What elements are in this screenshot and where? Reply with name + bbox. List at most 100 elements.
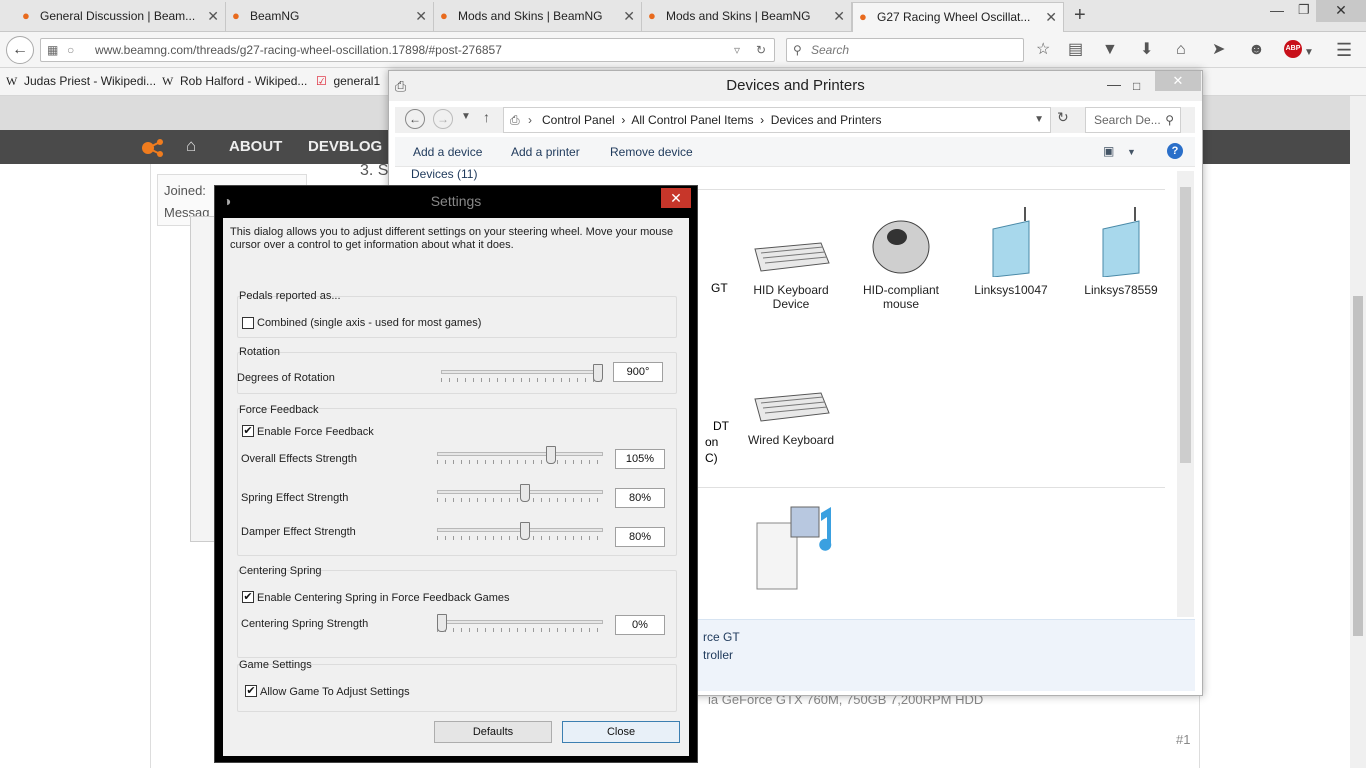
close-tab-icon[interactable]: ✕ bbox=[207, 2, 219, 30]
tab-beamng[interactable]: ● BeamNG ✕ bbox=[226, 2, 434, 32]
device-wired-keyboard[interactable]: Wired Keyboard bbox=[741, 357, 841, 447]
minimize-icon[interactable]: — bbox=[1107, 69, 1121, 99]
dropdown-arrow-icon[interactable]: ▿ bbox=[734, 39, 740, 61]
help-icon[interactable]: ? bbox=[1167, 143, 1183, 159]
enable-centering-spring-checkbox[interactable]: ✔ bbox=[242, 591, 254, 603]
breadcrumb-all-items[interactable]: All Control Panel Items bbox=[631, 113, 753, 127]
rotation-value-field[interactable]: 900° bbox=[613, 362, 663, 382]
close-tab-icon[interactable]: ✕ bbox=[415, 2, 427, 30]
restore-icon[interactable]: ❐ bbox=[1298, 2, 1310, 18]
device-hid-mouse[interactable]: HID-compliant mouse bbox=[851, 207, 951, 311]
beamng-favicon-icon: ● bbox=[859, 9, 867, 24]
close-button[interactable]: Close bbox=[562, 721, 680, 743]
close-tab-icon[interactable]: ✕ bbox=[833, 2, 845, 30]
reload-icon[interactable]: ↻ bbox=[756, 39, 766, 61]
adblock-icon[interactable]: ABP bbox=[1284, 40, 1302, 58]
page-scroll-thumb[interactable] bbox=[1353, 296, 1363, 636]
centering-strength-slider-thumb[interactable] bbox=[437, 614, 447, 632]
overall-effects-slider-thumb[interactable] bbox=[546, 446, 557, 464]
rotation-slider-thumb[interactable] bbox=[593, 364, 603, 382]
chevron-down-icon[interactable]: ▼ bbox=[1034, 108, 1044, 132]
allow-game-adjust-checkbox[interactable]: ✔ bbox=[245, 685, 257, 697]
add-device-button[interactable]: Add a device bbox=[413, 145, 482, 159]
close-tab-icon[interactable]: ✕ bbox=[623, 2, 635, 30]
forward-arrow-icon[interactable]: → bbox=[433, 109, 453, 129]
back-arrow-icon[interactable]: ← bbox=[6, 36, 34, 64]
explorer-search-input[interactable]: Search De... ⚲ bbox=[1085, 107, 1181, 133]
beamng-logo-icon[interactable] bbox=[140, 138, 166, 158]
partial-device-label: DT bbox=[713, 419, 729, 433]
device-hid-keyboard[interactable]: HID Keyboard Device bbox=[741, 207, 841, 311]
close-window-icon[interactable]: ✕ bbox=[1155, 71, 1201, 91]
up-arrow-icon[interactable]: ↑ bbox=[483, 109, 490, 125]
tab-title: BeamNG bbox=[250, 9, 300, 23]
enable-centering-spring-label: Enable Centering Spring in Force Feedbac… bbox=[257, 592, 510, 604]
device-linksys10047[interactable]: Linksys10047 bbox=[961, 207, 1061, 297]
explorer-scrollbar[interactable] bbox=[1177, 171, 1194, 617]
tab-general-discussion[interactable]: ● General Discussion | Beam... ✕ bbox=[16, 2, 226, 32]
centering-strength-slider-track[interactable] bbox=[437, 620, 603, 624]
page-scrollbar[interactable] bbox=[1350, 96, 1366, 768]
centering-spring-group bbox=[237, 570, 677, 658]
devices-section-header[interactable]: Devices (11) bbox=[411, 167, 477, 181]
nav-devblog[interactable]: DEVBLOG bbox=[308, 138, 382, 155]
settings-title-bar: ◑ Settings bbox=[215, 186, 697, 216]
refresh-icon[interactable]: ↻ bbox=[1057, 109, 1069, 126]
chevron-down-icon[interactable]: ▼ bbox=[1127, 147, 1136, 157]
home-icon[interactable]: ⌂ bbox=[1176, 40, 1186, 60]
url-bar[interactable]: ▦ ○ www.beamng.com/threads/g27-racing-wh… bbox=[40, 38, 775, 62]
defaults-button[interactable]: Defaults bbox=[434, 721, 552, 743]
enable-force-feedback-checkbox[interactable]: ✔ bbox=[242, 425, 254, 437]
breadcrumb-devices-printers[interactable]: Devices and Printers bbox=[771, 113, 882, 127]
nav-about[interactable]: ABOUT bbox=[229, 138, 282, 155]
device-label: Linksys10047 bbox=[974, 283, 1048, 297]
combined-pedals-checkbox[interactable] bbox=[242, 317, 254, 329]
bookmark-general[interactable]: ☑ general1 bbox=[316, 74, 380, 88]
bookmark-rob-halford[interactable]: W Rob Halford - Wikiped... bbox=[162, 74, 307, 89]
adblock-dropdown-icon[interactable]: ▼ bbox=[1304, 43, 1314, 63]
send-icon[interactable]: ➤ bbox=[1212, 40, 1225, 60]
device-label: Linksys78559 bbox=[1084, 283, 1158, 297]
tab-g27-racing-wheel[interactable]: ● G27 Racing Wheel Oscillat... ✕ bbox=[852, 2, 1064, 32]
bookmark-label: Judas Priest - Wikipedi... bbox=[24, 74, 157, 88]
view-options-icon[interactable]: ▣ bbox=[1103, 144, 1114, 158]
spring-effect-value-field[interactable]: 80% bbox=[615, 488, 665, 508]
home-icon[interactable]: ⌂ bbox=[186, 136, 196, 156]
damper-effect-slider-thumb[interactable] bbox=[519, 522, 530, 540]
centering-strength-value-field[interactable]: 0% bbox=[615, 615, 665, 635]
minimize-icon[interactable]: — bbox=[1270, 2, 1284, 18]
bookmark-star-icon[interactable]: ☆ bbox=[1036, 40, 1050, 60]
spring-effect-slider-thumb[interactable] bbox=[519, 484, 530, 502]
device-linksys78559[interactable]: Linksys78559 bbox=[1071, 207, 1171, 297]
settings-close-icon[interactable]: ✕ bbox=[661, 188, 691, 208]
download-icon[interactable]: ⬇ bbox=[1140, 40, 1153, 60]
maximize-icon[interactable]: □ bbox=[1133, 71, 1140, 101]
history-icon[interactable]: ▦ bbox=[47, 39, 58, 61]
search-input[interactable]: ⚲ Search bbox=[786, 38, 1024, 62]
keyboard-icon bbox=[751, 357, 831, 427]
tab-mods-and-skins-2[interactable]: ● Mods and Skins | BeamNG ✕ bbox=[642, 2, 852, 32]
force-feedback-group-title: Force Feedback bbox=[239, 404, 319, 416]
breadcrumb-control-panel[interactable]: Control Panel bbox=[542, 113, 615, 127]
chevron-right-icon[interactable]: › bbox=[528, 108, 532, 132]
menu-icon[interactable]: ☰ bbox=[1336, 40, 1352, 60]
chat-icon[interactable]: ☻ bbox=[1248, 40, 1265, 60]
new-tab-icon[interactable]: + bbox=[1074, 4, 1086, 27]
explorer-scroll-thumb[interactable] bbox=[1180, 187, 1191, 463]
media-server-icon[interactable] bbox=[751, 503, 841, 593]
pocket-icon[interactable]: ▼ bbox=[1102, 40, 1118, 60]
close-window-icon[interactable]: ✕ bbox=[1316, 0, 1366, 22]
overall-effects-value-field[interactable]: 105% bbox=[615, 449, 665, 469]
damper-effect-value-field[interactable]: 80% bbox=[615, 527, 665, 547]
overall-effects-slider-track[interactable] bbox=[437, 452, 603, 456]
remove-device-button[interactable]: Remove device bbox=[610, 145, 693, 159]
back-arrow-icon[interactable]: ← bbox=[405, 109, 425, 129]
close-tab-icon[interactable]: ✕ bbox=[1045, 3, 1057, 31]
recent-locations-icon[interactable]: ▼ bbox=[461, 111, 471, 122]
bookmark-judas-priest[interactable]: W Judas Priest - Wikipedi... bbox=[6, 74, 156, 89]
breadcrumb[interactable]: ⎙ › Control Panel › All Control Panel It… bbox=[503, 107, 1051, 133]
rotation-slider-track[interactable] bbox=[441, 370, 603, 374]
add-printer-button[interactable]: Add a printer bbox=[511, 145, 580, 159]
reading-list-icon[interactable]: ▤ bbox=[1068, 40, 1083, 60]
tab-mods-and-skins-1[interactable]: ● Mods and Skins | BeamNG ✕ bbox=[434, 2, 642, 32]
